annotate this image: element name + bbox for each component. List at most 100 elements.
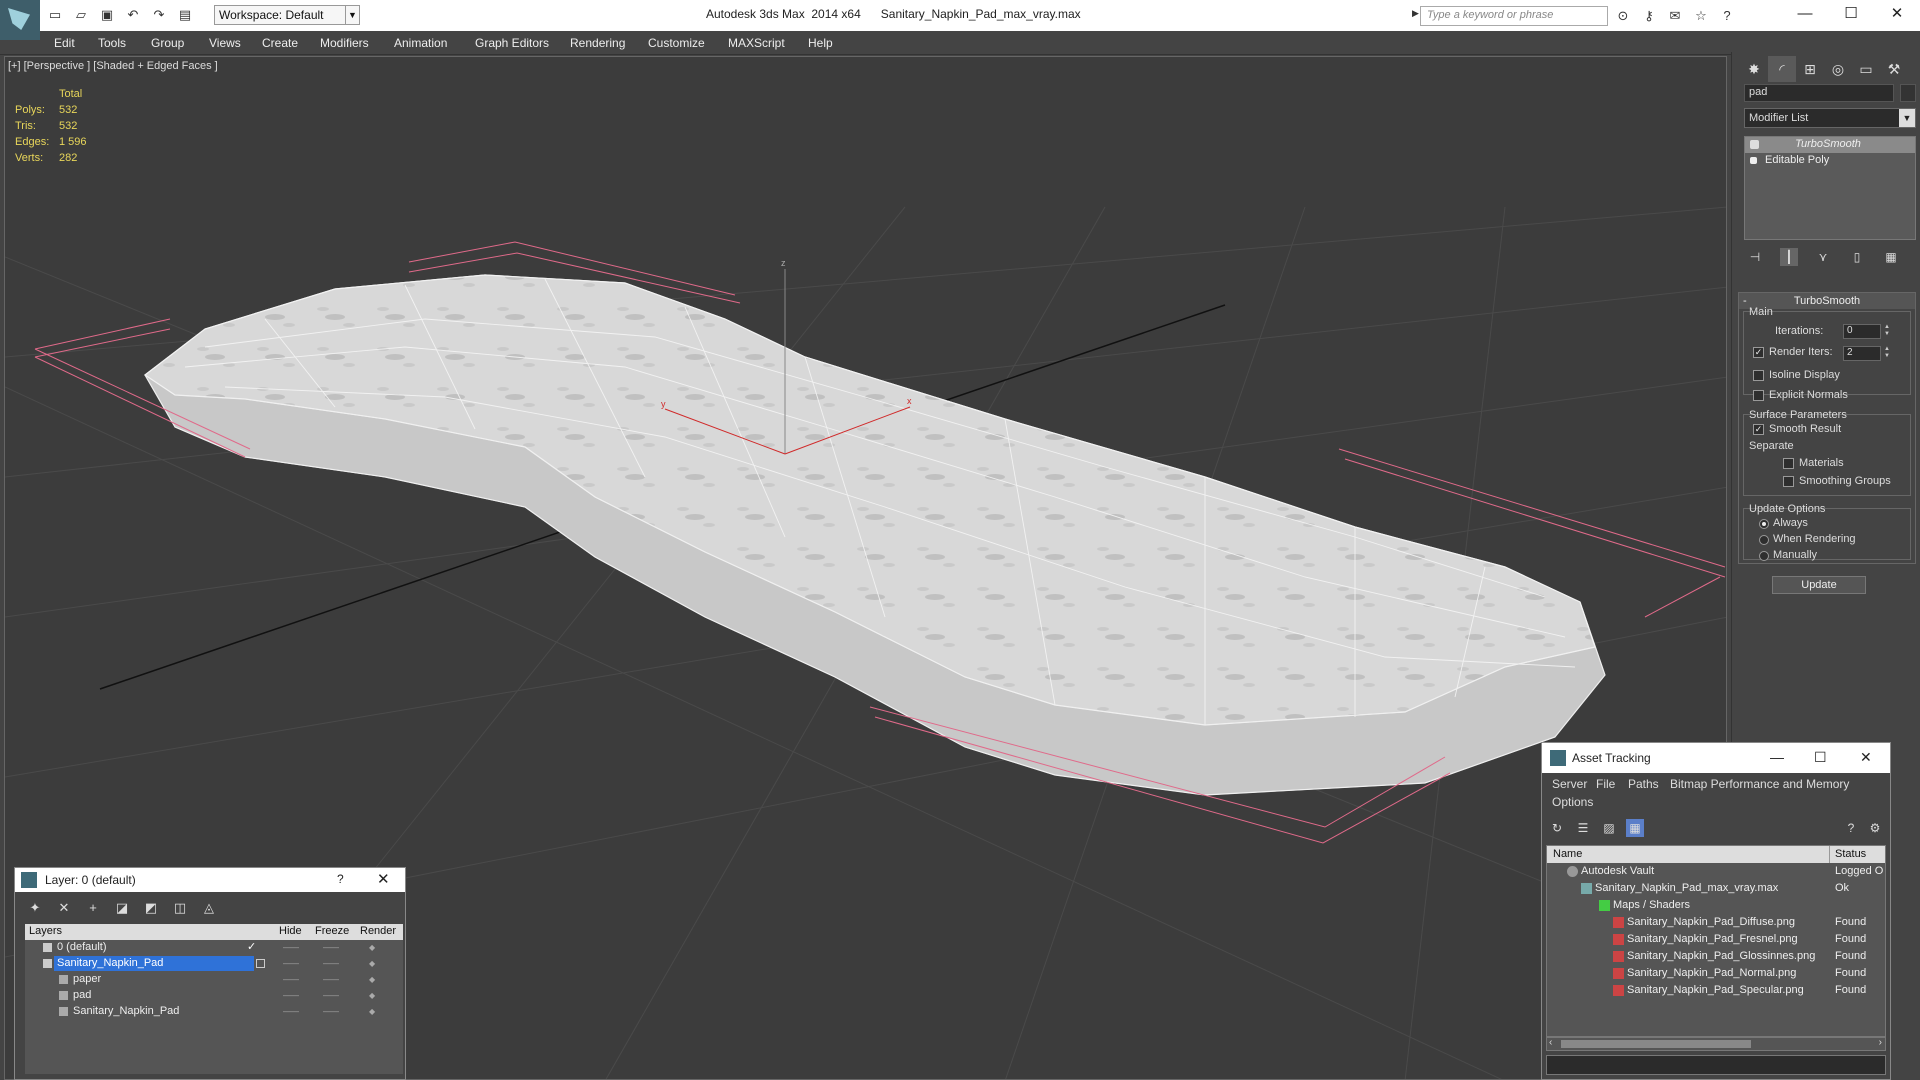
asset-menu-server[interactable]: Server bbox=[1552, 777, 1587, 791]
menu-customize[interactable]: Customize bbox=[648, 36, 705, 50]
search-expand-icon[interactable]: ▶ bbox=[1412, 8, 1419, 19]
render-teapot-icon[interactable]: ◆ bbox=[369, 959, 375, 968]
asset-row[interactable]: Sanitary_Napkin_Pad_Glossinnes.png Found bbox=[1547, 948, 1885, 965]
layer-row[interactable]: 0 (default) ✓ —— —— ◆ bbox=[25, 940, 403, 956]
motion-tab-icon[interactable]: ◎ bbox=[1824, 56, 1852, 82]
asset-path-field[interactable] bbox=[1546, 1055, 1886, 1075]
help-icon[interactable]: ? bbox=[337, 872, 344, 886]
asset-menu-paths[interactable]: Paths bbox=[1628, 777, 1659, 791]
freeze-toggle[interactable]: —— bbox=[323, 1007, 339, 1016]
iterations-spinner[interactable]: 0 bbox=[1843, 324, 1881, 339]
list-view-icon[interactable]: ☰ bbox=[1574, 819, 1592, 837]
favorites-star-icon[interactable]: ☆ bbox=[1690, 5, 1712, 27]
spinner-arrows-icon[interactable]: ▲ ▼ bbox=[1883, 324, 1891, 339]
freeze-toggle[interactable]: —— bbox=[323, 959, 339, 968]
workspace-dropdown[interactable]: Workspace: Default ▼ bbox=[214, 5, 360, 25]
render-teapot-icon[interactable]: ◆ bbox=[369, 991, 375, 1000]
configure-modifier-sets-icon[interactable]: ▦ bbox=[1882, 248, 1900, 266]
select-objects-icon[interactable]: ◪ bbox=[112, 898, 132, 918]
layer-row[interactable]: pad —— —— ◆ bbox=[25, 988, 403, 1004]
smoothing-groups-checkbox[interactable] bbox=[1783, 476, 1794, 487]
explicit-normals-checkbox[interactable] bbox=[1753, 390, 1764, 401]
new-file-icon[interactable]: ▭ bbox=[44, 4, 66, 26]
pin-stack-icon[interactable]: ⊣ bbox=[1746, 248, 1764, 266]
minimize-icon[interactable]: — bbox=[1782, 0, 1828, 30]
render-teapot-icon[interactable]: ◆ bbox=[369, 975, 375, 984]
stack-item-turbosmooth[interactable]: TurboSmooth bbox=[1745, 137, 1915, 153]
create-tab-icon[interactable]: ✸ bbox=[1740, 56, 1768, 82]
expand-plus-icon[interactable] bbox=[1750, 157, 1757, 164]
hide-toggle[interactable]: —— bbox=[283, 975, 299, 984]
minimize-icon[interactable]: — bbox=[1770, 749, 1784, 765]
utilities-tab-icon[interactable]: ⚒ bbox=[1880, 56, 1908, 82]
layer-row[interactable]: Sanitary_Napkin_Pad —— —— ◆ bbox=[25, 1004, 403, 1020]
highlight-layer-icon[interactable]: ◩ bbox=[141, 898, 161, 918]
close-icon[interactable]: ✕ bbox=[1860, 749, 1872, 766]
col-status[interactable]: Status bbox=[1835, 848, 1866, 860]
layer-row[interactable]: Sanitary_Napkin_Pad —— —— ◆ bbox=[25, 956, 403, 972]
render-iters-checkbox[interactable]: ✓ bbox=[1753, 347, 1764, 358]
project-folder-icon[interactable]: ▤ bbox=[174, 4, 196, 26]
binoculars-icon[interactable]: ⊙ bbox=[1612, 5, 1634, 27]
hide-toggle[interactable]: —— bbox=[283, 991, 299, 1000]
modifier-list-dropdown[interactable]: Modifier List ▼ bbox=[1744, 108, 1916, 128]
scroll-right-icon[interactable]: › bbox=[1879, 1037, 1882, 1048]
menu-create[interactable]: Create bbox=[262, 36, 298, 50]
help-icon[interactable]: ? bbox=[1842, 819, 1860, 837]
freeze-toggle[interactable]: —— bbox=[323, 975, 339, 984]
settings-icon[interactable]: ⚙ bbox=[1866, 819, 1884, 837]
subscription-icon[interactable]: ⚷ bbox=[1638, 5, 1660, 27]
asset-row[interactable]: Sanitary_Napkin_Pad_Diffuse.png Found bbox=[1547, 914, 1885, 931]
when-rendering-radio[interactable] bbox=[1759, 535, 1769, 545]
open-file-icon[interactable]: ▱ bbox=[70, 4, 92, 26]
hierarchy-tab-icon[interactable]: ⊞ bbox=[1796, 56, 1824, 82]
freeze-toggle[interactable]: —— bbox=[323, 943, 339, 952]
asset-row[interactable]: Autodesk Vault Logged O bbox=[1547, 863, 1885, 880]
menu-group[interactable]: Group bbox=[151, 36, 184, 50]
viewport-label[interactable]: [+] [Perspective ] [Shaded + Edged Faces… bbox=[8, 60, 218, 72]
modify-tab-icon[interactable]: ◜ bbox=[1768, 56, 1796, 82]
save-file-icon[interactable]: ▣ bbox=[96, 4, 118, 26]
search-input[interactable]: Type a keyword or phrase bbox=[1420, 6, 1608, 26]
maximize-icon[interactable]: ☐ bbox=[1828, 0, 1874, 30]
col-freeze[interactable]: Freeze bbox=[315, 925, 349, 937]
layer-dialog-titlebar[interactable]: Layer: 0 (default) ? ✕ bbox=[15, 868, 405, 892]
render-teapot-icon[interactable]: ◆ bbox=[369, 943, 375, 952]
render-iters-spinner[interactable]: 2 bbox=[1843, 346, 1881, 361]
refresh-icon[interactable]: ↻ bbox=[1548, 819, 1566, 837]
create-layer-icon[interactable]: ✦ bbox=[25, 898, 45, 918]
asset-dialog-titlebar[interactable]: Asset Tracking — ☐ ✕ bbox=[1542, 743, 1890, 773]
menu-views[interactable]: Views bbox=[209, 36, 241, 50]
undo-icon[interactable]: ↶ bbox=[122, 4, 144, 26]
col-render[interactable]: Render bbox=[360, 925, 396, 937]
lightbulb-icon[interactable] bbox=[1750, 140, 1759, 149]
asset-menu-bitmap[interactable]: Bitmap Performance and Memory bbox=[1670, 777, 1849, 791]
asset-row[interactable]: Maps / Shaders bbox=[1547, 897, 1885, 914]
maximize-icon[interactable]: ☐ bbox=[1814, 749, 1827, 766]
remove-modifier-icon[interactable]: ▯ bbox=[1848, 248, 1866, 266]
materials-checkbox[interactable] bbox=[1783, 458, 1794, 469]
menu-rendering[interactable]: Rendering bbox=[570, 36, 625, 50]
menu-edit[interactable]: Edit bbox=[54, 36, 75, 50]
asset-row[interactable]: Sanitary_Napkin_Pad_Specular.png Found bbox=[1547, 982, 1885, 999]
hide-toggle[interactable]: —— bbox=[283, 1007, 299, 1016]
hide-toggle[interactable]: —— bbox=[283, 943, 299, 952]
asset-row[interactable]: Sanitary_Napkin_Pad_max_vray.max Ok bbox=[1547, 880, 1885, 897]
layer-row[interactable]: paper —— —— ◆ bbox=[25, 972, 403, 988]
hide-all-icon[interactable]: ◫ bbox=[170, 898, 190, 918]
help-icon[interactable]: ? bbox=[1716, 5, 1738, 27]
always-radio[interactable] bbox=[1759, 519, 1769, 529]
close-icon[interactable]: ✕ bbox=[377, 870, 390, 888]
asset-menu-options[interactable]: Options bbox=[1552, 795, 1593, 809]
render-teapot-icon[interactable]: ◆ bbox=[369, 1007, 375, 1016]
col-name[interactable]: Name bbox=[1553, 848, 1582, 860]
scroll-left-icon[interactable]: ‹ bbox=[1549, 1037, 1552, 1048]
display-tab-icon[interactable]: ▭ bbox=[1852, 56, 1880, 82]
menu-maxscript[interactable]: MAXScript bbox=[728, 36, 785, 50]
redo-icon[interactable]: ↷ bbox=[148, 4, 170, 26]
stack-item-editable-poly[interactable]: Editable Poly bbox=[1745, 153, 1915, 169]
thumbnail-view-icon[interactable]: ▨ bbox=[1600, 819, 1618, 837]
object-color-swatch[interactable] bbox=[1900, 84, 1916, 102]
manually-radio[interactable] bbox=[1759, 551, 1769, 561]
menu-animation[interactable]: Animation bbox=[394, 36, 447, 50]
